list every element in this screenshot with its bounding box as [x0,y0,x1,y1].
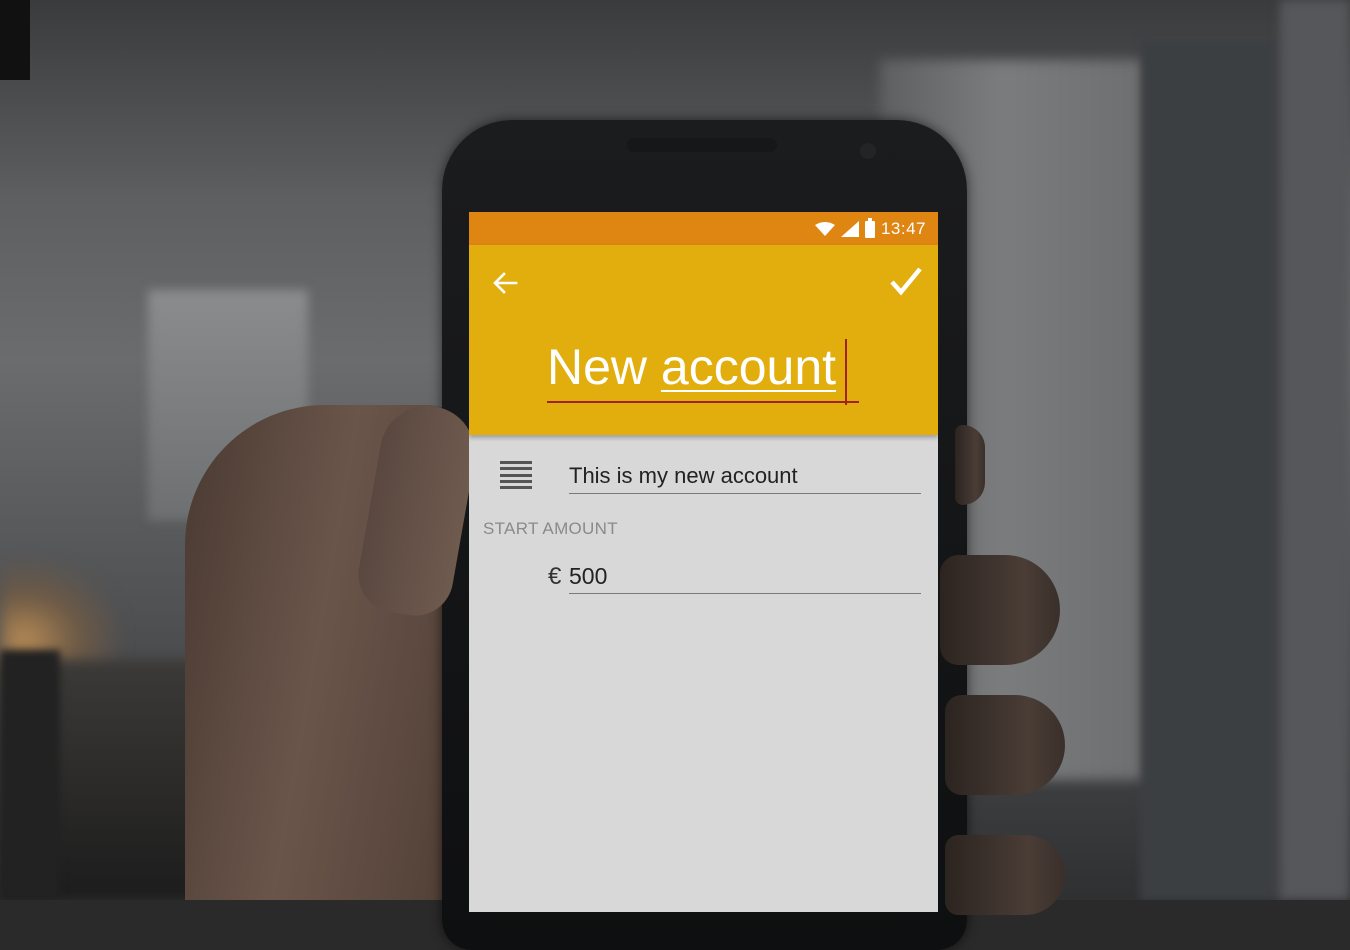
currency-symbol: € [548,563,562,590]
notes-icon [500,461,532,489]
status-time: 13:47 [880,219,926,238]
wall-right [1280,0,1350,900]
start-amount-row: € [469,553,938,603]
title-word-new: New [547,339,661,395]
battery-icon [864,217,875,238]
finger [945,695,1065,795]
title-word-account: account [660,339,837,395]
phone-camera [860,143,876,159]
start-amount-input[interactable] [569,559,921,594]
phone-speaker [627,138,777,152]
status-icons: 13:47 [814,217,926,239]
phone-screen: 13:47 New account START AMOUNT [469,212,938,912]
checkmark-icon [890,267,922,296]
input-underline [547,401,859,403]
account-name-text: New account [547,339,836,395]
status-bar: 13:47 [469,212,938,245]
wifi-icon [814,222,835,236]
app-bar: New account [469,245,938,435]
text-caret [845,339,847,405]
back-button[interactable] [489,267,521,299]
finger [940,555,1060,665]
description-input[interactable] [569,459,921,494]
finger-tip [955,425,985,505]
door [1140,40,1290,900]
start-amount-label: START AMOUNT [483,519,618,538]
description-row [469,455,938,505]
finger [945,835,1065,915]
save-button[interactable] [886,261,926,301]
account-name-input[interactable]: New account [547,339,859,405]
arrow-back-icon [493,272,518,294]
chair [0,650,60,900]
corner-object [0,0,30,80]
signal-icon [840,221,859,237]
